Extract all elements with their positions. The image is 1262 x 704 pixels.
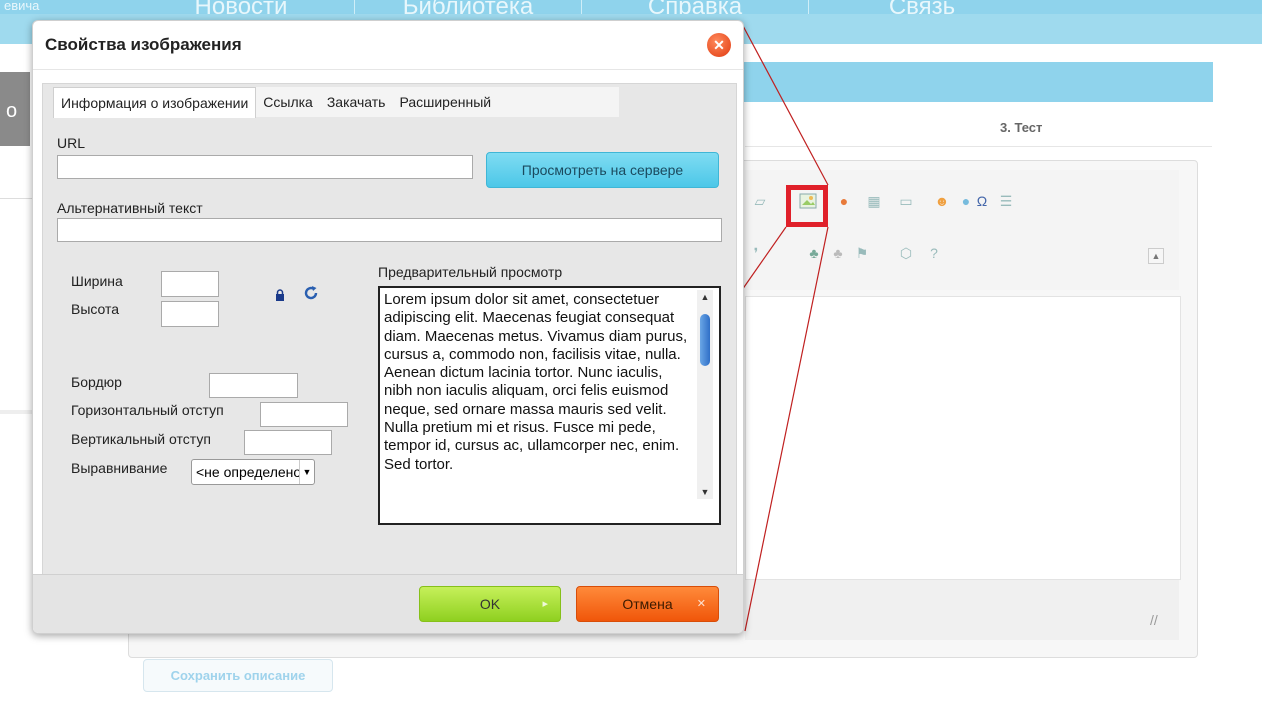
- scroll-thumb[interactable]: [700, 314, 710, 366]
- nav-item-help[interactable]: Справка: [582, 0, 808, 14]
- anchor-icon[interactable]: ♣: [803, 242, 825, 264]
- ok-button[interactable]: OK ▸: [419, 586, 561, 622]
- pin-icon[interactable]: ❜: [745, 242, 767, 264]
- height-label: Высота: [71, 301, 120, 317]
- smiley-icon[interactable]: ☻: [931, 190, 953, 212]
- border-label: Бордюр: [71, 374, 122, 390]
- cancel-button[interactable]: Отмена ✕: [576, 586, 719, 622]
- anchor-disabled-icon[interactable]: ♣: [827, 242, 849, 264]
- tab-advanced[interactable]: Расширенный: [392, 87, 498, 117]
- collapse-toolbar-button[interactable]: ▲: [1148, 248, 1164, 264]
- scroll-down-icon[interactable]: ▼: [697, 485, 713, 499]
- section-header-band: [740, 62, 1213, 102]
- reset-size-icon[interactable]: [303, 285, 319, 301]
- tab-image-info[interactable]: Информация о изображении: [53, 87, 257, 118]
- preview-box: Lorem ipsum dolor sit amet, consectetuer…: [378, 286, 721, 525]
- eraser-icon[interactable]: ▱: [749, 190, 771, 212]
- save-description-button[interactable]: Сохранить описание: [143, 659, 333, 692]
- dialog-title-divider: [33, 69, 743, 70]
- left-sidebar-letter: о: [6, 100, 18, 122]
- lock-ratio-icon[interactable]: [274, 289, 286, 301]
- help-icon[interactable]: ?: [923, 242, 945, 264]
- align-label: Выравнивание: [71, 460, 168, 476]
- tab-link[interactable]: Ссылка: [256, 87, 320, 117]
- align-select[interactable]: <не определено> ▼: [191, 459, 315, 485]
- align-select-value: <не определено>: [196, 464, 299, 480]
- url-label: URL: [57, 135, 86, 151]
- left-divider: [0, 198, 34, 199]
- preview-horizontal-scrollbar[interactable]: [382, 505, 694, 521]
- close-icon[interactable]: ✕: [707, 33, 731, 57]
- width-input[interactable]: [161, 271, 219, 297]
- hspace-input[interactable]: [260, 402, 348, 427]
- preview-label: Предварительный просмотр: [378, 264, 563, 280]
- tab-strip: Информация о изображении Ссылка Закачать…: [53, 87, 498, 118]
- ok-button-label: OK: [479, 596, 501, 612]
- horizontal-rule-icon[interactable]: ▭: [895, 190, 917, 212]
- tab-upload[interactable]: Закачать: [320, 87, 393, 117]
- preview-scrollbar[interactable]: ▲ ▼: [697, 290, 713, 499]
- special-char-icon[interactable]: Ω: [971, 190, 993, 212]
- url-input[interactable]: [57, 155, 473, 179]
- vspace-label: Вертикальный отступ: [71, 431, 211, 447]
- nav-item-contact[interactable]: Связь: [809, 0, 1035, 14]
- page-break-icon[interactable]: ☰: [995, 190, 1017, 212]
- browse-server-button[interactable]: Просмотреть на сервере: [486, 152, 719, 188]
- chevron-down-icon: ▼: [299, 460, 314, 484]
- alt-text-input[interactable]: [57, 218, 722, 242]
- width-label: Ширина: [71, 273, 123, 289]
- editor-status-bar: [745, 580, 1179, 640]
- nav-left-label: евича: [4, 0, 40, 13]
- alt-text-label: Альтернативный текст: [57, 200, 203, 216]
- table-icon[interactable]: ▦: [863, 190, 885, 212]
- image-button-highlight: [786, 185, 828, 227]
- flash-icon[interactable]: ●: [833, 190, 855, 212]
- resize-grip-icon[interactable]: //: [1150, 612, 1164, 628]
- border-input[interactable]: [209, 373, 298, 398]
- arrow-right-icon: ▸: [542, 598, 548, 610]
- hspace-label: Горизонтальный отступ: [71, 402, 224, 418]
- flag-icon[interactable]: ⚑: [851, 242, 873, 264]
- left-sidebar-button[interactable]: о: [0, 72, 30, 146]
- nav-item-library[interactable]: Библиотека: [355, 0, 581, 14]
- editor-content-area[interactable]: [745, 296, 1181, 580]
- content-divider: [745, 146, 1212, 147]
- dialog-title: Свойства изображения: [45, 35, 242, 54]
- left-divider: [0, 410, 34, 414]
- step-label[interactable]: 3. Тест: [1000, 120, 1042, 135]
- close-icon: ✕: [696, 598, 706, 610]
- scroll-up-icon[interactable]: ▲: [697, 290, 713, 304]
- vspace-input[interactable]: [244, 430, 332, 455]
- nav-item-news[interactable]: Новости: [128, 0, 354, 14]
- height-input[interactable]: [161, 301, 219, 327]
- preview-text: Lorem ipsum dolor sit amet, consectetuer…: [384, 291, 688, 473]
- image-properties-dialog: Свойства изображения ✕ Информация о изоб…: [32, 20, 744, 634]
- cancel-button-label: Отмена: [622, 596, 673, 612]
- iframe-icon[interactable]: ⬡: [895, 242, 917, 264]
